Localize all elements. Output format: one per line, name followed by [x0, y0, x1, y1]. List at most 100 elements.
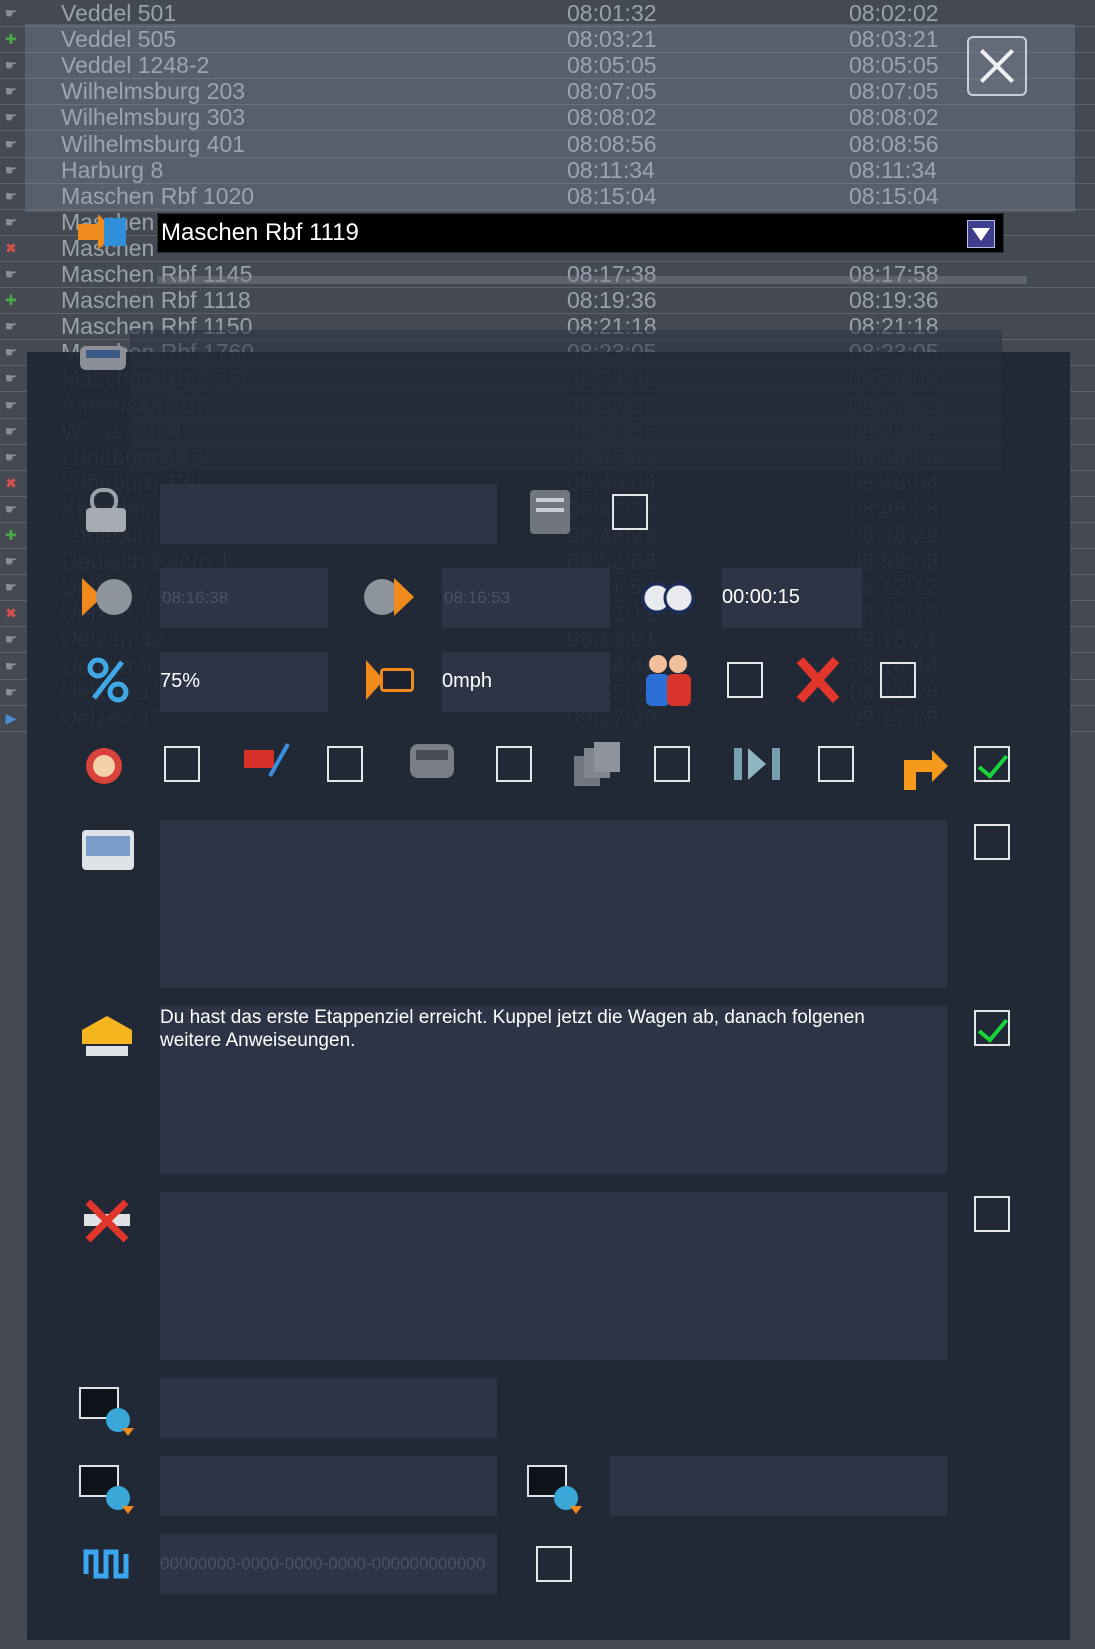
skip-checkbox[interactable] [818, 746, 854, 782]
arrive-time-field[interactable]: 08:16:38 [160, 568, 328, 628]
passengers-icon [646, 655, 691, 706]
wagons-checkbox[interactable] [654, 746, 690, 782]
hand-point-icon[interactable]: ☛ [2, 84, 20, 98]
hand-point-icon[interactable]: ☛ [2, 450, 20, 464]
close-button[interactable] [967, 36, 1027, 96]
uncouple-icon [84, 1199, 130, 1243]
cancel-stop-icon [796, 656, 840, 704]
alarm-checkbox[interactable] [164, 746, 200, 782]
script-field-1[interactable] [160, 1378, 497, 1438]
platform-sign-icon [82, 1016, 132, 1056]
uncouple-text-field[interactable] [160, 1192, 947, 1360]
hand-point-icon[interactable]: ☛ [2, 398, 20, 412]
row-arr: 08:19:36 [567, 287, 657, 314]
depart-time-field[interactable]: 08:16:53 [442, 568, 610, 628]
coupling-icon [244, 743, 290, 777]
add-stop-icon[interactable]: ✚ [2, 528, 20, 542]
hand-point-icon[interactable]: ☛ [2, 424, 20, 438]
alarm-clock-icon [86, 748, 122, 784]
hand-point-icon[interactable]: ☛ [2, 215, 20, 229]
script-field-2[interactable] [160, 1456, 497, 1516]
remove-stop-icon[interactable]: ✖ [2, 241, 20, 255]
uncouple-checkbox[interactable] [974, 1196, 1010, 1232]
hand-point-icon[interactable]: ☛ [2, 580, 20, 594]
hand-point-icon[interactable]: ☛ [2, 267, 20, 281]
cancel-stop-checkbox[interactable] [880, 662, 916, 698]
signal-wave-icon [83, 1549, 129, 1579]
hand-point-icon[interactable]: ☛ [2, 685, 20, 699]
hand-point-icon[interactable]: ☛ [2, 554, 20, 568]
remove-stop-icon[interactable]: ✖ [2, 606, 20, 620]
row-dep: 08:02:02 [849, 0, 939, 26]
script-gear-icon [79, 1387, 134, 1436]
speed-limit-field[interactable]: 0mph [442, 652, 610, 712]
selection-highlight [25, 24, 1075, 212]
locomotive-checkbox[interactable] [496, 746, 532, 782]
guid-checkbox[interactable] [536, 1546, 572, 1582]
message-checkbox[interactable] [974, 1010, 1010, 1046]
message-text: Du hast das erste Etappenziel erreicht. … [160, 1007, 865, 1051]
performance-value: 75% [160, 670, 201, 692]
script-field-3[interactable] [610, 1456, 947, 1516]
separator-bar [157, 276, 1027, 284]
locomotive-icon [410, 744, 454, 778]
instruction-panel [27, 352, 1070, 1640]
arrive-time-value: 08:16:38 [162, 588, 229, 607]
locked-train-icon [86, 488, 126, 532]
coupling-checkbox[interactable] [327, 746, 363, 782]
timetable-checkbox[interactable] [612, 494, 648, 530]
display-board-icon [82, 830, 134, 870]
reverse-checkbox[interactable] [974, 746, 1010, 782]
guid-value: 00000000-0000-0000-0000-000000000000 [160, 1554, 486, 1573]
hand-point-icon[interactable]: ☛ [2, 163, 20, 177]
hand-point-icon[interactable]: ☛ [2, 58, 20, 72]
destination-dropdown[interactable]: Maschen Rbf 1119 [157, 213, 1004, 253]
hand-point-icon[interactable]: ☛ [2, 319, 20, 333]
depart-time-value: 08:16:53 [444, 588, 511, 607]
add-stop-icon[interactable]: ✚ [2, 293, 20, 307]
timetable-row[interactable]: ✚ Maschen Rbf 1118 08:19:36 08:19:36 [0, 287, 1095, 315]
hand-point-icon[interactable]: ☛ [2, 659, 20, 673]
remove-stop-icon[interactable]: ✖ [2, 476, 20, 490]
script-gear-icon [527, 1465, 582, 1514]
passengers-checkbox[interactable] [727, 662, 763, 698]
row-name: Veddel 501 [61, 0, 177, 26]
hand-point-icon[interactable]: ☛ [2, 371, 20, 385]
guid-field[interactable]: 00000000-0000-0000-0000-000000000000 [160, 1534, 497, 1594]
consist-field[interactable] [160, 484, 497, 544]
timetable-icon [530, 490, 570, 534]
hand-point-icon[interactable]: ☛ [2, 6, 20, 20]
reverse-icon [904, 750, 948, 790]
wait-time-value: 00:00:15 [722, 586, 800, 608]
wait-time-icon [641, 582, 695, 614]
row-dep: 08:19:36 [849, 287, 939, 314]
hand-point-icon[interactable]: ☛ [2, 137, 20, 151]
triggered-text-field[interactable] [160, 820, 947, 988]
depart-time-icon [364, 578, 414, 616]
destination-arrow-icon [78, 214, 126, 250]
performance-field[interactable]: 75% [160, 652, 328, 712]
hand-point-icon[interactable]: ☛ [2, 632, 20, 646]
train-icon [80, 346, 126, 370]
arrive-time-icon [82, 578, 132, 616]
end-stop-icon[interactable]: ▶ [2, 711, 20, 725]
hand-point-icon[interactable]: ☛ [2, 189, 20, 203]
speed-limit-value: 0mph [442, 670, 493, 692]
add-stop-icon[interactable]: ✚ [2, 32, 20, 46]
hand-point-icon[interactable]: ☛ [2, 345, 20, 359]
panel-overlay [130, 330, 1002, 470]
hand-point-icon[interactable]: ☛ [2, 110, 20, 124]
timetable-row[interactable]: ☛ Veddel 501 08:01:32 08:02:02 [0, 0, 1095, 27]
skip-icon [734, 748, 780, 780]
wait-time-field[interactable]: 00:00:15 [722, 568, 862, 628]
wagons-icon [574, 742, 620, 786]
triggered-text-checkbox[interactable] [974, 824, 1010, 860]
destination-value: Maschen Rbf 1119 [161, 219, 359, 246]
hand-point-icon[interactable]: ☛ [2, 502, 20, 516]
row-arr: 08:01:32 [567, 0, 657, 26]
row-name: Maschen Rbf 1118 [61, 287, 251, 314]
percent-icon [87, 657, 129, 703]
speed-limit-icon [366, 660, 414, 700]
chevron-down-icon[interactable] [967, 220, 995, 248]
script-gear-icon [79, 1465, 134, 1514]
